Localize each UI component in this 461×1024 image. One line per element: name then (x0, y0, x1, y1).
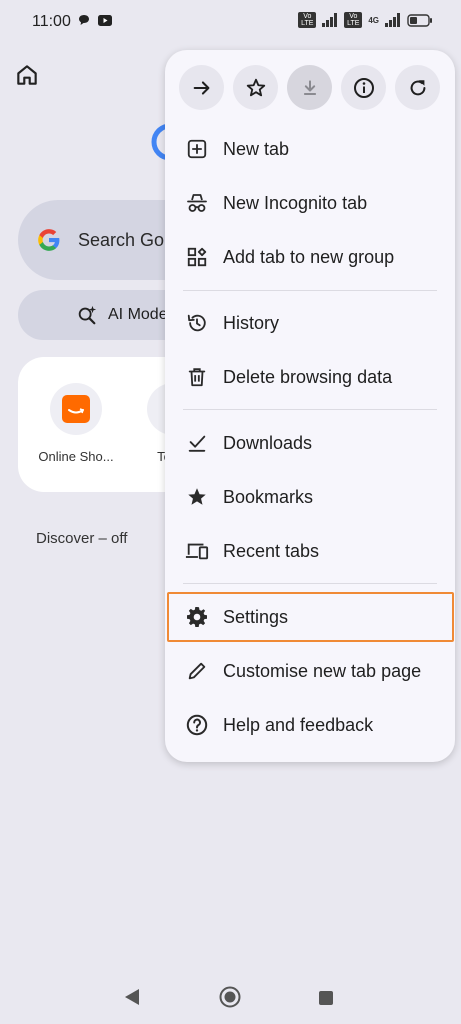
search-placeholder: Search Go (78, 229, 165, 250)
ai-mode-label: AI Mode (108, 306, 168, 323)
help-icon (186, 714, 208, 736)
menu-item-new-tab[interactable]: New tab (165, 125, 455, 173)
download-icon (303, 79, 316, 95)
menu-item-bookmarks[interactable]: Bookmarks (165, 473, 455, 521)
menu-item-label: Downloads (223, 432, 313, 453)
shortcut-tile[interactable]: Online Sho... (21, 383, 131, 464)
trash-icon (188, 368, 206, 387)
chat-bubble-icon (79, 15, 89, 25)
download-page-button[interactable] (287, 65, 332, 110)
menu-item-new-incognito-tab[interactable]: New Incognito tab (165, 179, 455, 227)
menu-item-history[interactable]: History (165, 299, 455, 347)
menu-item-label: Customise new tab page (223, 660, 422, 681)
amazon-icon (62, 395, 90, 423)
menu-item-customise-new-tab-page[interactable]: Customise new tab page (165, 647, 455, 695)
menu-item-add-tab-to-group[interactable]: Add tab to new group (165, 233, 455, 281)
youtube-icon (98, 14, 112, 26)
nav-back-button[interactable] (124, 988, 140, 1011)
signal-icon (322, 13, 338, 27)
clock: 11:00 (32, 13, 71, 30)
menu-item-label: Settings (223, 606, 289, 627)
menu-divider (183, 290, 437, 291)
forward-button[interactable] (179, 65, 224, 110)
download-check-icon (188, 435, 206, 452)
reload-button[interactable] (395, 65, 440, 110)
overflow-menu: New tab New Incognito tab Add tab to new… (165, 50, 455, 762)
menu-item-label: Recent tabs (223, 540, 320, 561)
volte-badge-2: Vo LTE (344, 12, 363, 28)
network-type: 4G (368, 15, 379, 25)
menu-toolbar (179, 65, 440, 110)
menu-item-recent-tabs[interactable]: Recent tabs (165, 527, 455, 575)
incognito-icon (187, 194, 207, 212)
google-g-icon (38, 229, 60, 251)
tab-group-icon (187, 247, 207, 267)
arrow-right-icon (193, 80, 209, 95)
menu-item-label: New tab (223, 138, 290, 159)
shortcut-label: Online Sho... (38, 449, 114, 464)
battery-icon (407, 13, 432, 27)
plus-square-icon (187, 139, 207, 159)
star-icon (246, 78, 265, 96)
menu-item-delete-browsing-data[interactable]: Delete browsing data (165, 353, 455, 401)
menu-item-label: Add tab to new group (223, 246, 395, 267)
pencil-icon (188, 662, 206, 680)
ai-search-icon (78, 305, 97, 325)
star-filled-icon (188, 488, 206, 505)
menu-item-label: Delete browsing data (223, 366, 393, 387)
menu-item-label: Help and feedback (223, 714, 374, 735)
back-icon (125, 989, 139, 1005)
volte-badge: Vo LTE (298, 12, 317, 28)
menu-divider (183, 409, 437, 410)
page-info-button[interactable] (341, 65, 386, 110)
system-nav-bar (0, 970, 461, 1024)
menu-item-label: New Incognito tab (223, 192, 368, 213)
home-button[interactable] (14, 62, 40, 88)
info-icon (353, 77, 374, 98)
home-icon (219, 986, 241, 1008)
devices-icon (185, 543, 209, 560)
home-icon (17, 65, 37, 85)
refresh-icon (410, 79, 425, 95)
status-bar: 11:00 Vo LTE Vo LTE 4G (0, 0, 461, 44)
menu-item-downloads[interactable]: Downloads (165, 419, 455, 467)
menu-item-label: Bookmarks (223, 486, 314, 507)
menu-item-settings[interactable]: Settings (165, 593, 455, 641)
signal-icon-2 (385, 13, 400, 27)
menu-item-label: History (223, 312, 280, 333)
bookmark-star-button[interactable] (233, 65, 278, 110)
discover-status[interactable]: Discover – off (36, 530, 127, 547)
nav-recents-button[interactable] (318, 990, 334, 1011)
menu-item-help-and-feedback[interactable]: Help and feedback (165, 701, 455, 749)
nav-home-button[interactable] (219, 986, 241, 1013)
history-icon (187, 314, 206, 332)
recents-icon (319, 991, 333, 1005)
menu-divider (183, 583, 437, 584)
gear-icon (187, 607, 207, 627)
